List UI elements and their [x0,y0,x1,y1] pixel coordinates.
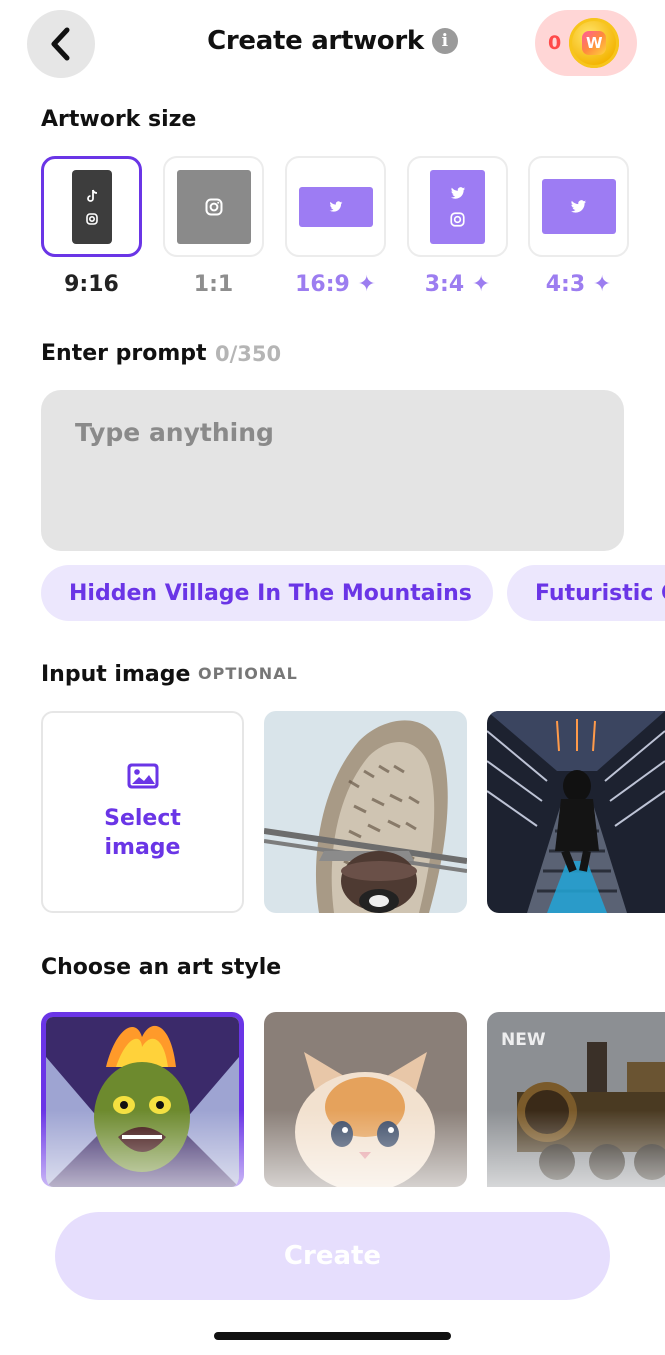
page-title: Create artwork [207,26,424,56]
sparkle-icon: ✦ [592,272,612,297]
sample-image-escalator[interactable] [487,711,665,913]
select-image-button[interactable]: Select image [41,711,244,913]
twitter-icon [329,200,342,212]
twitter-icon [570,199,587,213]
home-indicator [214,1332,451,1340]
suggestion-chip[interactable]: Futuristic C [507,565,665,621]
instagram-icon [85,212,98,225]
escalator-photo [487,711,665,913]
artwork-size-label: Artwork size [41,107,197,132]
prompt-counter: 0/350 [215,342,282,366]
size-option-16-9[interactable] [285,156,386,257]
coin-icon: W [569,18,620,68]
tiktok-icon [86,189,97,202]
suggestion-chip[interactable]: Hidden Village In The Mountains [41,565,493,621]
coin-balance[interactable]: 0 W [535,10,637,76]
select-image-label: Select image [104,806,181,860]
tiktok-instagram-preview [71,169,112,244]
new-badge: NEW [501,1030,546,1050]
size-label-3-4: 3:4 ✦ [424,272,491,297]
art-style-label: Choose an art style [41,955,282,980]
info-icon[interactable]: i [431,28,458,54]
size-label-1-1: 1:1 [193,272,234,297]
instagram-icon [205,198,222,215]
input-image-label: Input image [41,662,191,687]
twitter-icon [450,186,465,199]
size-option-9-16[interactable] [41,156,142,257]
sample-image-owl[interactable] [264,711,467,913]
instagram-preview [176,169,251,244]
owl-photo [264,711,467,913]
coin-count: 0 [548,32,562,54]
optional-tag: OPTIONAL [198,664,298,683]
prompt-field[interactable] [41,390,624,551]
instagram-icon [450,211,465,227]
prompt-label: Enter prompt [41,341,207,366]
image-icon [127,763,158,789]
prompt-input[interactable] [75,418,590,447]
size-label-4-3: 4:3 ✦ [545,272,612,297]
twitter-instagram-preview [430,169,485,244]
size-label-16-9: 16:9 ✦ [295,272,376,297]
size-label-9-16: 9:16 [64,272,119,297]
sparkle-icon: ✦ [471,272,491,297]
create-button[interactable]: Create [55,1212,610,1300]
sparkle-icon: ✦ [357,272,376,297]
size-option-3-4[interactable] [407,156,508,257]
twitter-preview [541,179,616,234]
size-option-1-1[interactable] [163,156,264,257]
size-option-4-3[interactable] [528,156,629,257]
twitter-preview [298,186,373,227]
